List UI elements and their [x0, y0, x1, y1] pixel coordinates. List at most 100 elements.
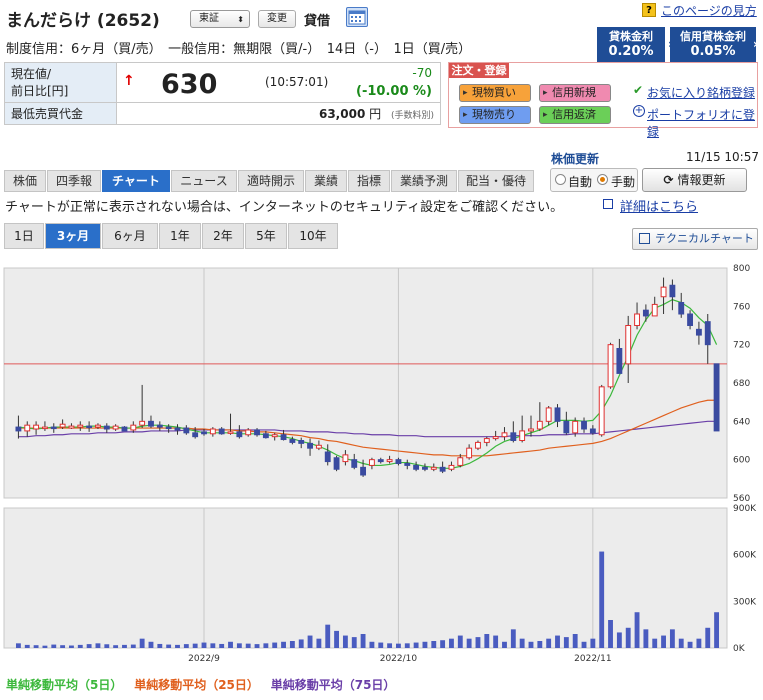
candle [510, 432, 517, 441]
candle [651, 303, 658, 317]
volume-bar [563, 637, 569, 648]
candle [236, 431, 243, 438]
period-10y[interactable]: 10年 [288, 223, 338, 249]
lending-rate-badge[interactable]: 貸株金利 0.20% › [597, 27, 673, 63]
candle [695, 328, 702, 336]
candle [439, 466, 446, 472]
volume-bar [175, 644, 180, 648]
margin-close-button[interactable]: 信用返済 [539, 106, 611, 124]
period-6m[interactable]: 6ヶ月 [102, 223, 158, 249]
candle [589, 428, 596, 434]
fee-note: (手数料別) [390, 111, 434, 121]
tab-shikiho[interactable]: 四季報 [47, 170, 101, 192]
price-change-pct: (-10.00 %) [356, 84, 432, 99]
volume-bar [634, 612, 640, 648]
candle [536, 420, 543, 430]
price-tick-label: 680 [733, 379, 750, 389]
candle [448, 464, 455, 470]
candle [227, 431, 234, 434]
details-link[interactable]: 詳細はこちら [620, 196, 698, 215]
candle [15, 426, 22, 432]
candle [377, 459, 384, 463]
candle [616, 348, 623, 374]
help-link[interactable]: このページの見方 [661, 2, 757, 19]
volume-bar [572, 634, 578, 648]
price-tick-label: 560 [733, 494, 750, 504]
refresh-mode-group: 自動 手動 [550, 168, 638, 192]
candle [528, 428, 534, 432]
calendar-icon[interactable] [346, 7, 368, 27]
volume-bar [581, 641, 587, 648]
volume-bar [60, 645, 66, 648]
candle [245, 429, 252, 436]
candle [33, 424, 40, 430]
market-select[interactable]: 東証 ⬍ [190, 10, 250, 28]
tab-forecast[interactable]: 業績予測 [391, 170, 457, 192]
refresh-icon: ⟳ [663, 173, 674, 187]
spot-sell-button[interactable]: 現物売り [459, 106, 531, 124]
margin-new-button[interactable]: 信用新規 [539, 84, 611, 102]
volume-bar [24, 644, 30, 648]
volume-bar [166, 644, 172, 648]
candle [254, 429, 260, 436]
period-5y[interactable]: 5年 [245, 223, 287, 249]
chevron-right-icon: › [753, 37, 758, 51]
volume-bar [616, 632, 622, 648]
help-icon[interactable]: ? [642, 3, 656, 17]
volume-bar [440, 640, 446, 648]
period-1d[interactable]: 1日 [4, 223, 44, 249]
candle [634, 313, 640, 326]
candle [360, 466, 367, 476]
margin-lending-rate-badge[interactable]: 信用貸株金利 0.05% › [670, 27, 758, 63]
tab-chart[interactable]: チャート [102, 170, 170, 192]
volume-bar [236, 643, 242, 648]
order-panel: 注文・登録 現物買い 信用新規 現物売り 信用返済 ✔ お気に入り銘柄登録 + … [448, 62, 758, 139]
volume-bar [493, 635, 499, 648]
period-3m[interactable]: 3ヶ月 [45, 223, 101, 249]
tab-disclosure[interactable]: 適時開示 [238, 170, 304, 192]
portfolio-register-link[interactable]: ポートフォリオに登録 [647, 106, 757, 140]
current-price-label-cell: 現在値/ 前日比[円] [4, 62, 117, 103]
price-tick-label: 720 [733, 341, 750, 351]
period-2y[interactable]: 2年 [202, 223, 244, 249]
update-info-button[interactable]: ⟳ 情報更新 [642, 168, 747, 192]
spot-buy-button[interactable]: 現物買い [459, 84, 531, 102]
volume-bar [298, 639, 304, 648]
candle [68, 425, 75, 429]
order-header: 注文・登録 [449, 63, 509, 78]
check-icon: ✔ [633, 83, 644, 97]
candle [404, 463, 411, 466]
candle [95, 424, 101, 428]
favorite-register-link[interactable]: お気に入り銘柄登録 [647, 84, 755, 101]
candle [103, 425, 110, 430]
volume-bar [86, 644, 92, 648]
legend-ma75: 単純移動平均（75日） [270, 678, 396, 692]
candle [430, 466, 437, 470]
tab-dividend[interactable]: 配当・優待 [458, 170, 534, 192]
volume-bar [714, 612, 720, 648]
volume-bar [431, 641, 437, 648]
candle [386, 459, 393, 463]
candle [422, 466, 428, 470]
candle [687, 313, 693, 326]
period-1y[interactable]: 1年 [159, 223, 201, 249]
candle [298, 440, 305, 444]
auto-radio[interactable] [555, 174, 566, 185]
tab-stock-price[interactable]: 株価 [4, 170, 46, 192]
change-button[interactable]: 変更 [258, 10, 296, 28]
volume-bar [130, 644, 136, 648]
candle [42, 426, 48, 430]
tab-news[interactable]: ニュース [171, 170, 237, 192]
volume-bar [669, 629, 675, 648]
candle [192, 432, 199, 438]
candle [607, 344, 614, 388]
manual-radio[interactable] [597, 174, 608, 185]
technical-chart-button[interactable]: テクニカルチャート [632, 228, 758, 250]
volume-bar [387, 643, 393, 648]
tab-results[interactable]: 業績 [305, 170, 347, 192]
candle [457, 457, 464, 466]
candle [139, 420, 146, 426]
candle [713, 363, 720, 432]
tab-indicators[interactable]: 指標 [348, 170, 390, 192]
candle [86, 425, 93, 429]
